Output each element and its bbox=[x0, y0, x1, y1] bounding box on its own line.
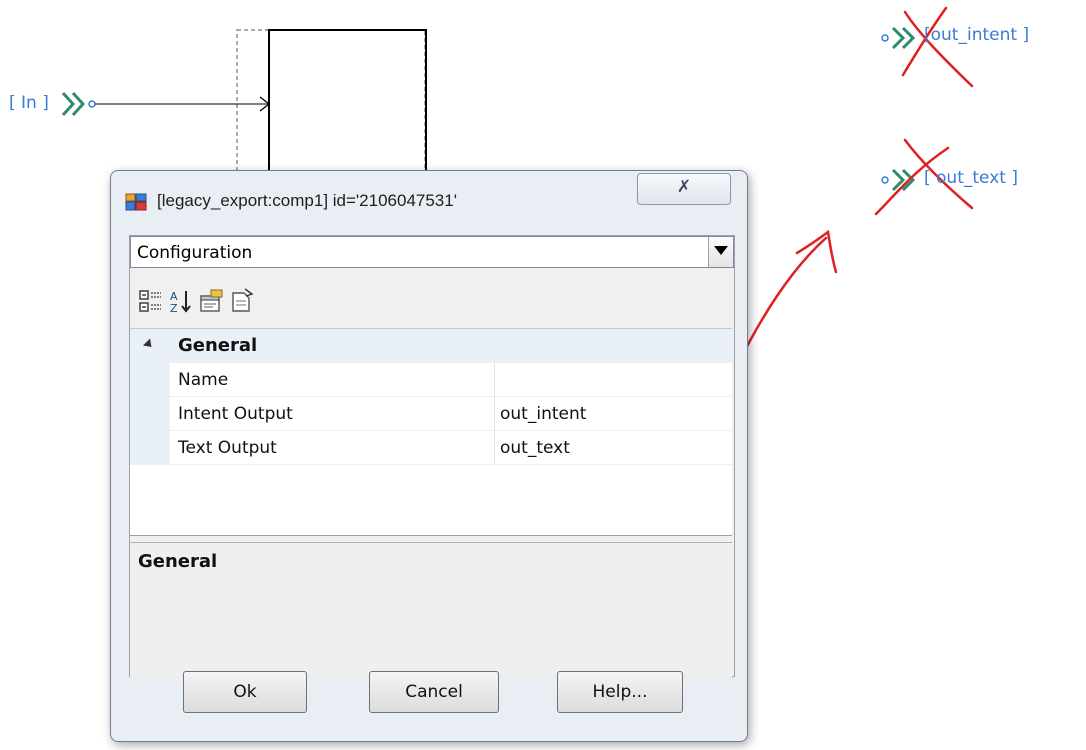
property-row[interactable]: Intent Output out_intent bbox=[130, 397, 732, 431]
ok-button-label: Ok bbox=[233, 682, 257, 702]
property-toolbar: A Z bbox=[130, 276, 732, 326]
object-selector-value: Configuration bbox=[137, 243, 253, 263]
object-selector-dropdown[interactable]: Configuration bbox=[130, 236, 734, 268]
annotation-cross-out-intent bbox=[901, 6, 974, 88]
categorized-icon[interactable] bbox=[138, 288, 164, 314]
row-gutter bbox=[130, 431, 170, 464]
help-button[interactable]: Help... bbox=[557, 671, 683, 713]
column-divider[interactable] bbox=[494, 363, 495, 396]
dialog-title: [legacy_export:comp1] id='2106047531' bbox=[157, 191, 457, 210]
column-divider[interactable] bbox=[494, 431, 495, 464]
property-grid: General Name Intent Output out_intent Te… bbox=[130, 328, 732, 536]
dropdown-arrow-button[interactable] bbox=[708, 237, 733, 267]
category-label: General bbox=[178, 335, 258, 356]
out-intent-port-label: [out_intent ] bbox=[924, 25, 1030, 45]
properties-dialog: [legacy_export:comp1] id='2106047531' ✗ … bbox=[110, 170, 748, 742]
row-gutter bbox=[130, 397, 170, 430]
in-port-icon[interactable] bbox=[61, 91, 96, 117]
help-button-label: Help... bbox=[592, 682, 648, 702]
in-port-label: [ In ] bbox=[9, 93, 49, 113]
dialog-titlebar[interactable]: [legacy_export:comp1] id='2106047531' ✗ bbox=[111, 171, 747, 227]
column-divider[interactable] bbox=[494, 397, 495, 430]
property-name: Name bbox=[178, 370, 229, 390]
cancel-button[interactable]: Cancel bbox=[369, 671, 499, 713]
window-icon bbox=[125, 193, 147, 211]
property-name: Intent Output bbox=[178, 404, 293, 424]
property-value[interactable]: out_text bbox=[500, 438, 570, 458]
events-icon[interactable] bbox=[228, 288, 254, 314]
property-panel: Configuration A Z General Name Intent Ou… bbox=[129, 235, 735, 677]
cancel-button-label: Cancel bbox=[405, 682, 463, 702]
alphabetical-sort-icon[interactable]: A Z bbox=[168, 288, 194, 314]
close-icon: ✗ bbox=[676, 177, 692, 197]
ok-button[interactable]: Ok bbox=[183, 671, 307, 713]
category-row[interactable]: General bbox=[130, 329, 732, 363]
property-name: Text Output bbox=[178, 438, 277, 458]
property-value[interactable]: out_intent bbox=[500, 404, 586, 424]
row-gutter bbox=[130, 363, 170, 396]
chevron-down-icon bbox=[714, 246, 728, 255]
out-text-port-label: [ out_text ] bbox=[924, 168, 1018, 188]
collapse-triangle-icon[interactable] bbox=[142, 338, 156, 351]
property-pages-icon[interactable] bbox=[198, 288, 224, 314]
svg-text:Z: Z bbox=[170, 302, 178, 314]
out-intent-port-icon[interactable] bbox=[881, 26, 916, 50]
description-pane: General bbox=[130, 542, 732, 677]
property-row[interactable]: Text Output out_text bbox=[130, 431, 732, 465]
description-title: General bbox=[138, 551, 218, 572]
property-row[interactable]: Name bbox=[130, 363, 732, 397]
close-button[interactable]: ✗ bbox=[637, 173, 731, 205]
